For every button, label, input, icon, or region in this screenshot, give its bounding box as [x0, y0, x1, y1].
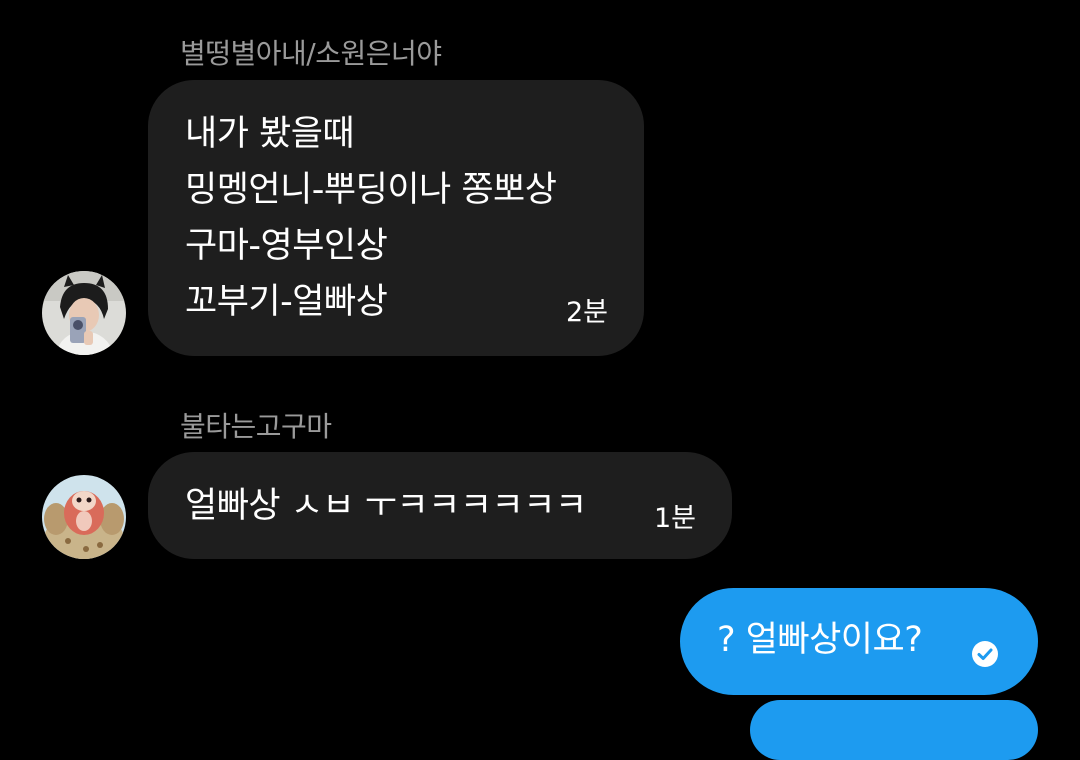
photo-avatar-icon — [42, 271, 126, 355]
message-bubble[interactable]: 얼빠상 ㅅㅂ ㅜㅋㅋㅋㅋㅋㅋ 1분 — [148, 452, 732, 559]
sender-name: 불타는고구마 — [180, 410, 332, 443]
outgoing-message-bubble[interactable]: ? 얼빠상이요? — [680, 588, 1038, 695]
message-text-line: 얼빠상 ㅅㅂ ㅜㅋㅋㅋㅋㅋㅋ — [185, 486, 587, 526]
message-bubble[interactable]: 내가 봤을때 밍멩언니-뿌딩이나 쫑뽀상 구마-영부인상 꼬부기-얼빠상 2분 — [148, 80, 644, 356]
message-text-line: 밍멩언니-뿌딩이나 쫑뽀상 — [185, 170, 557, 210]
cartoon-avatar-icon — [42, 475, 126, 559]
message-text-line: 구마-영부인상 — [185, 226, 388, 266]
sender-name: 별떵별아내/소원은너야 — [180, 37, 442, 70]
outgoing-message-bubble-partial[interactable] — [750, 700, 1038, 760]
sender-avatar[interactable] — [42, 475, 126, 559]
message-text-line: 꼬부기-얼빠상 — [185, 282, 388, 322]
sender-avatar[interactable] — [42, 271, 126, 355]
message-time: 2분 — [565, 297, 608, 328]
read-check-icon — [972, 641, 998, 667]
outgoing-message-text: ? 얼빠상이요? — [717, 620, 923, 660]
message-time: 1분 — [653, 503, 696, 534]
message-text-line: 내가 봤을때 — [185, 114, 355, 154]
